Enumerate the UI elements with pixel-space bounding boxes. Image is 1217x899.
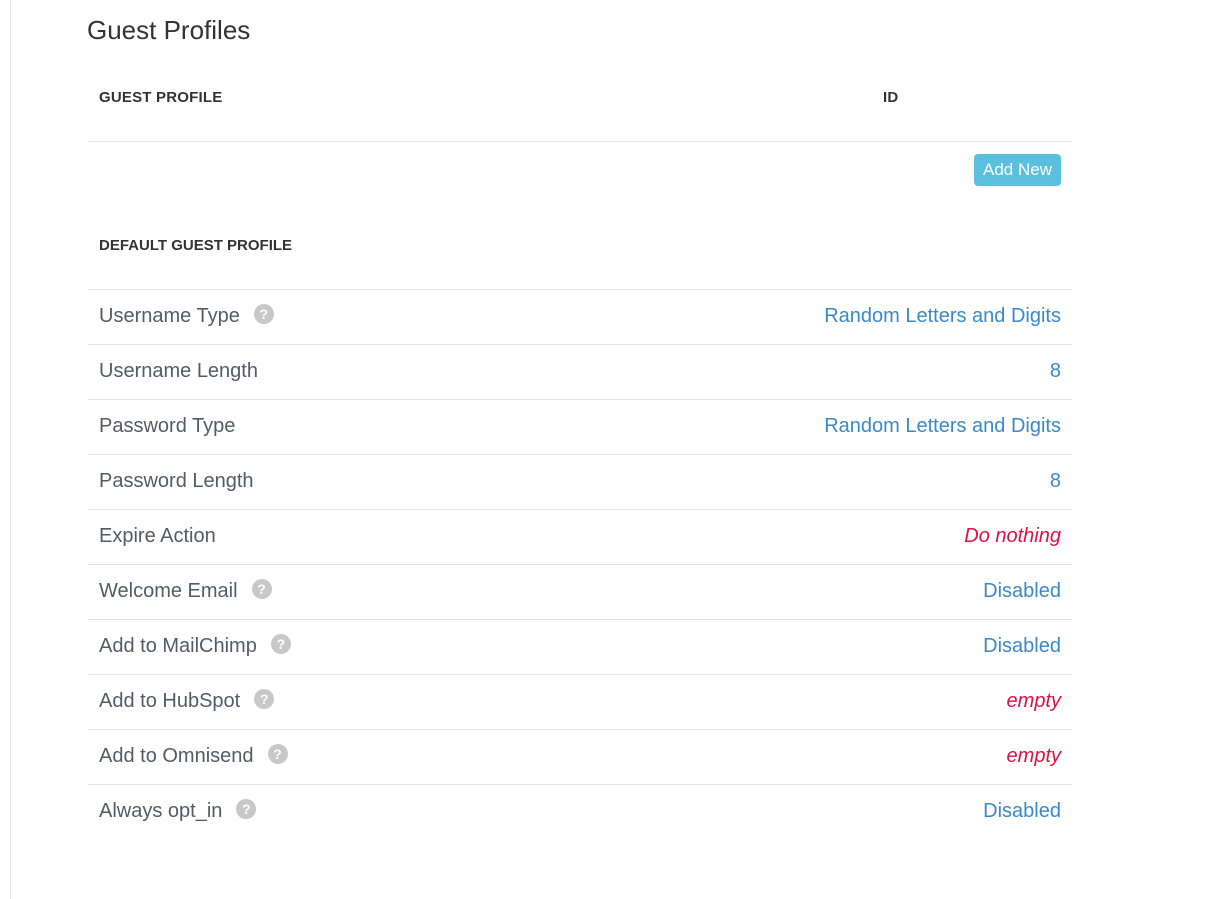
setting-value-expire-action[interactable]: Do nothing xyxy=(964,524,1061,548)
setting-label-text: Expire Action xyxy=(99,525,216,547)
setting-row-expire-action: Expire Action Do nothing xyxy=(88,510,1072,565)
setting-row-welcome-email: Welcome Email? Disabled xyxy=(88,565,1072,620)
setting-label-text: Add to HubSpot xyxy=(99,690,241,712)
setting-value-add-to-omnisend[interactable]: empty xyxy=(1007,744,1061,768)
setting-value-welcome-email[interactable]: Disabled xyxy=(983,579,1061,603)
setting-label: Add to MailChimp? xyxy=(99,634,291,658)
setting-row-password-type: Password Type Random Letters and Digits xyxy=(88,400,1072,455)
question-circle-icon[interactable]: ? xyxy=(253,304,274,324)
setting-label: Username Type? xyxy=(99,304,274,328)
column-header-id: ID xyxy=(883,89,899,106)
setting-label-text: Username Length xyxy=(99,360,258,382)
setting-label: Password Type xyxy=(99,414,235,438)
settings-list: Username Type? Random Letters and Digits U… xyxy=(88,290,1072,839)
question-circle-icon[interactable]: ? xyxy=(236,799,257,819)
add-row: Add New xyxy=(88,142,1072,198)
default-profile-header: DEFAULT GUEST PROFILE xyxy=(88,214,1072,290)
section-title: DEFAULT GUEST PROFILE xyxy=(99,237,293,254)
page-title: Guest Profiles xyxy=(87,15,251,45)
setting-label: Always opt_in? xyxy=(99,799,257,823)
setting-label-text: Welcome Email xyxy=(99,580,238,602)
setting-label-text: Password Type xyxy=(99,415,236,437)
setting-label-text: Always opt_in xyxy=(99,800,223,822)
setting-label: Add to Omnisend? xyxy=(99,744,288,768)
left-divider xyxy=(10,0,11,899)
setting-label: Password Length xyxy=(99,469,254,493)
setting-label-text: Password Length xyxy=(99,470,254,492)
setting-row-username-type: Username Type? Random Letters and Digits xyxy=(88,290,1072,345)
setting-row-add-to-mailchimp: Add to MailChimp? Disabled xyxy=(88,620,1072,675)
add-new-button[interactable]: Add New xyxy=(974,154,1061,186)
setting-label-text: Add to Omnisend xyxy=(99,745,254,767)
question-circle-icon[interactable]: ? xyxy=(254,689,275,709)
setting-value-username-length[interactable]: 8 xyxy=(1050,359,1061,383)
setting-value-password-type[interactable]: Random Letters and Digits xyxy=(824,414,1061,438)
setting-value-add-to-mailchimp[interactable]: Disabled xyxy=(983,634,1061,658)
table-header: GUEST PROFILE ID xyxy=(88,66,1072,142)
setting-label: Welcome Email? xyxy=(99,579,272,603)
question-circle-icon[interactable]: ? xyxy=(270,634,291,654)
setting-value-password-length[interactable]: 8 xyxy=(1050,469,1061,493)
setting-label-text: Username Type xyxy=(99,305,240,327)
setting-label: Expire Action xyxy=(99,524,216,548)
setting-row-add-to-omnisend: Add to Omnisend? empty xyxy=(88,730,1072,785)
setting-value-add-to-hubspot[interactable]: empty xyxy=(1007,689,1061,713)
setting-row-add-to-hubspot: Add to HubSpot? empty xyxy=(88,675,1072,730)
setting-row-username-length: Username Length 8 xyxy=(88,345,1072,400)
setting-label-text: Add to MailChimp xyxy=(99,635,257,657)
column-header-guest-profile: GUEST PROFILE xyxy=(99,89,223,106)
setting-value-username-type[interactable]: Random Letters and Digits xyxy=(824,304,1061,328)
setting-value-always-opt-in[interactable]: Disabled xyxy=(983,799,1061,823)
setting-label: Username Length xyxy=(99,359,258,383)
setting-row-password-length: Password Length 8 xyxy=(88,455,1072,510)
question-circle-icon[interactable]: ? xyxy=(251,579,272,599)
setting-label: Add to HubSpot? xyxy=(99,689,275,713)
setting-row-always-opt-in: Always opt_in? Disabled xyxy=(88,785,1072,839)
question-circle-icon[interactable]: ? xyxy=(267,744,288,764)
guest-profiles-page: Guest Profiles GUEST PROFILE ID Add New … xyxy=(0,0,1217,899)
